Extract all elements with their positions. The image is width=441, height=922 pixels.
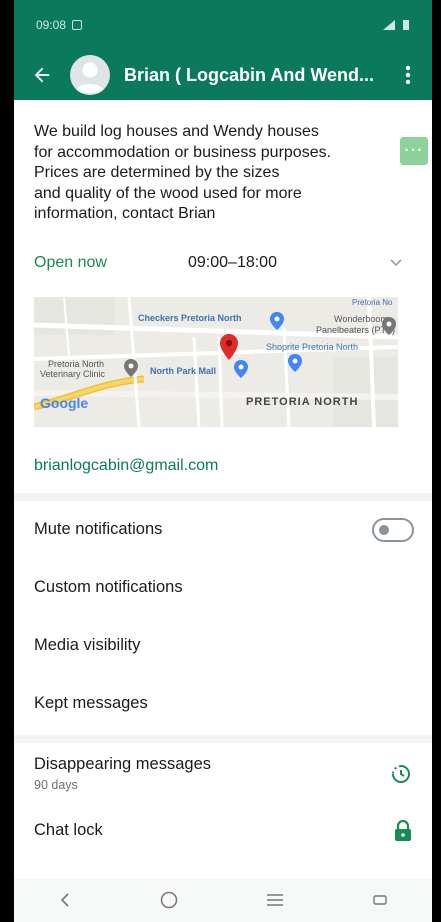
description-line: and quality of the wood used for more	[34, 184, 302, 202]
toggle-knob	[379, 524, 389, 535]
hours-range: 09:00–18:00	[188, 253, 277, 271]
description-line: for accommodation or business purposes.	[34, 143, 332, 161]
status-time: 09:08	[36, 18, 67, 32]
kept-messages-label: Kept messages	[34, 694, 148, 712]
description-text: We build log houses and Wendy houses for…	[34, 122, 372, 225]
battery-icon	[403, 20, 409, 30]
map-label: Wonderboom	[334, 313, 388, 324]
open-status: Open now	[34, 253, 107, 271]
more-vert-icon[interactable]	[396, 61, 420, 89]
signal-icon	[383, 20, 395, 30]
media-visibility-row[interactable]: Media visibility	[14, 617, 432, 675]
arrow-left-icon[interactable]	[28, 61, 56, 89]
email-link[interactable]: brianlogcabin@gmail.com	[14, 457, 432, 481]
map-label: Veterinary Clinic	[40, 368, 106, 379]
map-label: Shoprite Pretoria North	[266, 341, 359, 352]
place-pin-icon	[234, 359, 248, 378]
description-line: information, contact Brian	[34, 205, 216, 222]
chevron-down-icon[interactable]	[386, 253, 406, 273]
description-more-button[interactable]: ···	[400, 137, 428, 165]
place-pin-icon	[270, 311, 284, 330]
business-hours-row[interactable]: Open now 09:00–18:00	[14, 249, 432, 277]
map-label: North Park Mall	[150, 365, 217, 376]
mute-notifications-row[interactable]: Mute notifications	[14, 501, 432, 559]
business-description: We build log houses and Wendy houses for…	[14, 100, 432, 225]
chat-lock-label: Chat lock	[34, 821, 103, 839]
disappearing-messages-label: Disappearing messages	[34, 755, 212, 773]
nav-home-icon[interactable]	[160, 891, 178, 909]
chat-lock-row[interactable]: Chat lock	[14, 805, 432, 857]
nav-back-icon[interactable]	[58, 892, 72, 908]
place-pin-icon	[382, 316, 396, 335]
map-label: Pretoria No	[352, 297, 393, 307]
rotate-icon[interactable]	[372, 893, 388, 907]
timer-icon	[392, 764, 410, 783]
location-pin-icon	[220, 333, 238, 360]
map-label: PRETORIA NORTH	[246, 395, 359, 408]
nav-recents-icon[interactable]	[266, 893, 284, 907]
notification-icon	[72, 20, 83, 30]
app-bar: Brian ( Logcabin And Wend...	[14, 50, 432, 100]
location-map[interactable]: Pretoria No Checkers Pretoria North Wond…	[34, 296, 398, 427]
disappearing-messages-value: 90 days	[34, 778, 78, 792]
system-nav-bar	[14, 878, 432, 922]
place-pin-icon	[124, 358, 138, 377]
section-divider	[14, 492, 432, 501]
status-bar: 09:08	[14, 0, 432, 50]
disappearing-messages-row[interactable]: Disappearing messages 90 days	[14, 743, 432, 805]
custom-notifications-row[interactable]: Custom notifications	[14, 559, 432, 617]
lock-icon	[395, 819, 411, 841]
map-label: Pretoria North	[48, 358, 105, 369]
place-pin-icon	[288, 353, 302, 372]
media-visibility-label: Media visibility	[34, 636, 141, 654]
person-icon	[75, 62, 105, 93]
description-line: Prices are determined by the sizes	[34, 164, 280, 181]
phone-screen: 09:08 Brian ( Logcabin And Wend... We bu…	[14, 0, 432, 922]
google-logo: Google	[40, 394, 89, 411]
section-divider	[14, 734, 432, 743]
mute-toggle[interactable]	[372, 517, 414, 542]
map-label: Checkers Pretoria North	[138, 312, 242, 323]
avatar[interactable]	[70, 55, 110, 95]
chat-title[interactable]: Brian ( Logcabin And Wend...	[124, 65, 396, 86]
description-line: We build log houses and Wendy houses	[34, 123, 319, 140]
kept-messages-row[interactable]: Kept messages	[14, 675, 432, 733]
mute-notifications-label: Mute notifications	[34, 520, 163, 538]
custom-notifications-label: Custom notifications	[34, 578, 183, 596]
